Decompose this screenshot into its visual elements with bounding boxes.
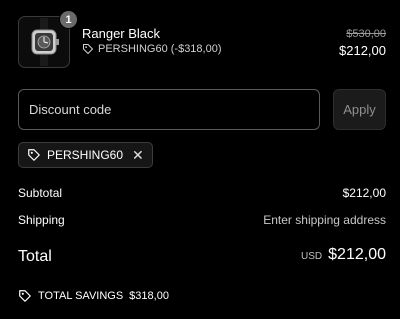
product-discount-label: PERSHING60 (-$318,00) bbox=[98, 43, 222, 55]
total-value-group: USD $212,00 bbox=[301, 246, 386, 264]
product-discount: PERSHING60 (-$318,00) bbox=[82, 43, 222, 55]
shipping-label: Shipping bbox=[18, 213, 65, 227]
product-name: Ranger Black bbox=[82, 26, 161, 41]
total-savings: TOTAL SAVINGS $318,00 bbox=[18, 289, 169, 303]
savings-label: TOTAL SAVINGS bbox=[38, 290, 124, 302]
currency-code: USD bbox=[301, 251, 323, 262]
savings-value: $318,00 bbox=[129, 290, 169, 302]
quantity-badge: 1 bbox=[59, 10, 78, 29]
apply-button[interactable]: Apply bbox=[333, 89, 386, 130]
tag-icon bbox=[19, 290, 31, 302]
discount-code-input[interactable] bbox=[18, 89, 320, 130]
original-price: $530,00 bbox=[346, 28, 386, 40]
tag-icon bbox=[82, 43, 94, 55]
shipping-value: Enter shipping address bbox=[263, 213, 386, 227]
subtotal-label: Subtotal bbox=[18, 186, 63, 200]
tag-icon bbox=[28, 149, 40, 161]
subtotal-value: $212,00 bbox=[342, 186, 386, 200]
applied-discount-chip: PERSHING60 ✕ bbox=[18, 142, 153, 168]
total-amount: $212,00 bbox=[328, 246, 386, 263]
applied-code-label: PERSHING60 bbox=[47, 148, 124, 162]
total-label: Total bbox=[18, 248, 52, 265]
remove-discount-icon[interactable]: ✕ bbox=[132, 148, 144, 162]
current-price: $212,00 bbox=[339, 43, 386, 58]
